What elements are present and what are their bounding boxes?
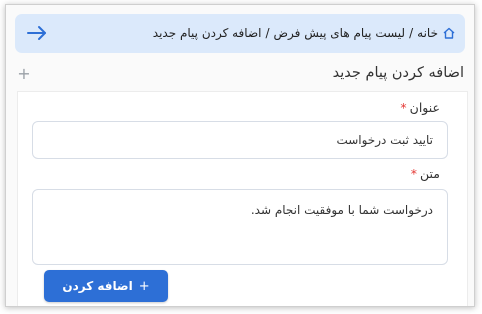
home-icon[interactable] (442, 26, 456, 40)
title-label-text: عنوان (409, 100, 440, 115)
section-title: اضافه کردن پیام جدید (332, 65, 464, 81)
section-header: اضافه کردن پیام جدید + (16, 61, 464, 85)
message-form: عنوان* تایید ثبت درخواست متن* درخواست شم… (17, 91, 468, 306)
breadcrumb-separator: / (265, 26, 270, 40)
breadcrumb-trail: خانه / لیست پیام های پیش فرض / اضافه کرد… (153, 26, 456, 40)
arrow-right-icon[interactable] (26, 24, 48, 42)
breadcrumb-separator: / (409, 26, 414, 40)
page-frame: خانه / لیست پیام های پیش فرض / اضافه کرد… (5, 4, 475, 307)
breadcrumb-current: اضافه کردن پیام جدید (152, 26, 262, 40)
required-mark: * (410, 166, 418, 181)
body-field-label: متن* (411, 166, 440, 181)
title-field-label: عنوان* (400, 100, 440, 115)
add-message-button[interactable]: + اضافه کردن (44, 270, 168, 302)
add-button-label: اضافه کردن (62, 279, 133, 293)
plus-icon[interactable]: + (16, 64, 32, 83)
plus-icon: + (138, 278, 150, 294)
breadcrumb-home[interactable]: خانه (417, 26, 438, 40)
breadcrumb-default-messages[interactable]: لیست پیام های پیش فرض (274, 26, 406, 40)
body-label-text: متن (420, 166, 440, 181)
title-input[interactable]: تایید ثبت درخواست (32, 121, 448, 159)
required-mark: * (400, 100, 407, 115)
body-textarea[interactable]: درخواست شما با موفقیت انجام شد. (32, 189, 448, 265)
breadcrumb: خانه / لیست پیام های پیش فرض / اضافه کرد… (15, 14, 465, 53)
